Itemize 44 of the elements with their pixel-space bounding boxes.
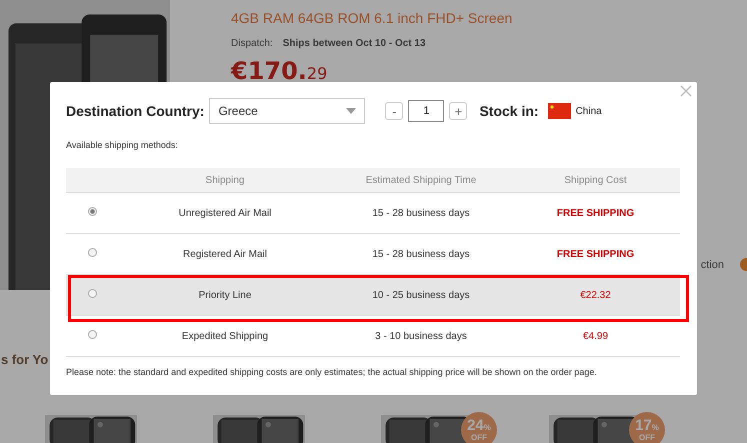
increase-button[interactable]: + [449, 102, 468, 120]
table-row[interactable]: Expedited Shipping 3 - 10 business days €4.99 [66, 316, 680, 357]
close-icon [680, 85, 692, 97]
price: €170.29 [231, 57, 328, 85]
table-cell-text: 3 - 10 business days [374, 330, 468, 342]
stock-country: China [576, 106, 602, 116]
quantity-field[interactable]: 1 [408, 100, 444, 122]
radio-button[interactable] [88, 288, 97, 298]
close-button[interactable] [679, 84, 693, 98]
dispatch-label: Dispatch: [231, 38, 273, 49]
radio-button[interactable] [88, 248, 97, 256]
column-header: Shipping Cost [563, 174, 628, 186]
table-cell-text: €4.99 [582, 330, 610, 342]
country-dropdown[interactable]: Greece [209, 98, 366, 124]
table-cell-text: Expedited Shipping [180, 330, 270, 342]
table-row[interactable]: Registered Air Mail 15 - 28 business days FREE SHIPPING [66, 234, 680, 275]
label-text: ction [700, 258, 724, 270]
column-header: Shipping [204, 174, 246, 186]
radio-button[interactable] [88, 206, 97, 216]
discount-badge: 17% OFF [629, 412, 665, 443]
destination-label: Destination Country: [66, 103, 204, 119]
table-cell-text: €22.32 [579, 290, 612, 300]
table-cell-text: Unregistered Air Mail [178, 208, 272, 218]
caret-icon [346, 108, 356, 114]
decrease-button[interactable]: - [385, 102, 404, 120]
table-cell-text: FREE SHIPPING [556, 208, 636, 218]
product-title: 4GB RAM 64GB ROM 6.1 inch FHD+ Screen [231, 10, 514, 26]
radio-button[interactable] [88, 330, 97, 338]
section-heading: s for Yo [1, 352, 50, 367]
table-cell-text: Registered Air Mail [182, 248, 268, 260]
column-header: Estimated Shipping Time [364, 174, 478, 186]
table-row[interactable]: Priority Line 10 - 25 business days €22.32 [66, 275, 680, 316]
table-row[interactable]: Unregistered Air Mail 15 - 28 business days FREE SHIPPING [66, 193, 680, 234]
section-label: Available shipping methods: [66, 140, 179, 150]
note-text: Please note: the standard and expedited shipping costs are only estimates; the actual shipping price will be shown on the order page. [66, 367, 598, 377]
table-cell-text: 10 - 25 business days [371, 290, 471, 300]
stock-label: Stock in: [479, 103, 539, 119]
table-cell-text: 15 - 28 business days [371, 248, 471, 260]
dispatch-value: Ships between Oct 10 - Oct 13 [282, 38, 426, 49]
flag-icon [548, 103, 571, 119]
table-cell-text: FREE SHIPPING [556, 248, 636, 260]
table-cell-text: Priority Line [198, 290, 252, 300]
discount-badge: 24% OFF [461, 412, 497, 443]
table-cell-text: 15 - 28 business days [371, 208, 471, 218]
